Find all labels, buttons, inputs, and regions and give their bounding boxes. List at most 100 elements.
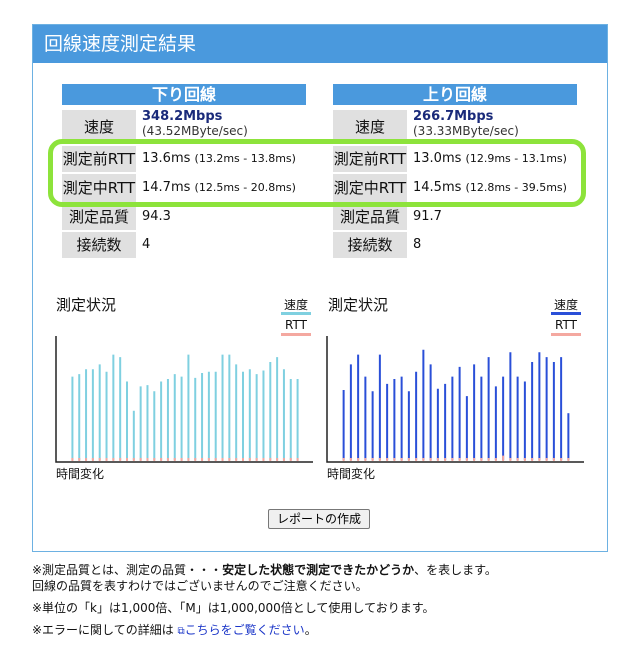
rtt-point <box>112 458 115 461</box>
upload-speed-value: 266.7Mbps (33.33MByte/sec) <box>413 109 519 139</box>
rtt-point <box>132 458 135 461</box>
upload-legend-rtt: RTT <box>555 318 577 332</box>
rtt-point <box>429 458 432 461</box>
rtt-point <box>228 458 231 461</box>
rtt-point <box>509 458 512 461</box>
create-report-button[interactable]: レポートの作成 <box>268 509 370 529</box>
rtt-point <box>465 458 468 461</box>
rtt-point <box>400 458 403 461</box>
rtt-point <box>516 458 519 461</box>
upload-connections: 8 <box>413 237 422 252</box>
download-legend-rtt: RTT <box>285 318 307 332</box>
upload-connections-label: 接続数 <box>333 232 407 258</box>
rtt-point <box>407 458 410 461</box>
rtt-point <box>296 458 299 461</box>
upload-chart <box>326 336 584 463</box>
rtt-point <box>214 458 217 461</box>
rtt-point <box>71 458 74 461</box>
note-units: ※単位の「k」は1,000倍、「M」は1,000,000倍として使用しております… <box>32 601 435 615</box>
rtt-point <box>126 458 128 461</box>
rtt-point <box>207 458 210 461</box>
rtt-point <box>357 458 360 461</box>
download-speed-value: 348.2Mbps (43.52MByte/sec) <box>142 110 248 139</box>
rtt-point <box>173 458 176 461</box>
note-quality: ※測定品質とは、測定の品質・・・安定した状態で測定できたかどうか、を表します。 <box>32 561 497 578</box>
rtt-point <box>342 458 345 461</box>
rtt-point <box>180 458 183 461</box>
upload-legend-speed-swatch <box>551 312 581 315</box>
rtt-point <box>262 458 265 461</box>
panel-title: 回線速度測定結果 <box>33 25 607 63</box>
rtt-point <box>538 458 541 461</box>
rtt-point <box>545 458 548 461</box>
chart-axes <box>55 336 313 463</box>
rtt-point <box>451 458 454 461</box>
download-speed-mbyte: (43.52MByte/sec) <box>142 124 248 138</box>
rtt-point <box>85 458 88 461</box>
rtt-point <box>393 458 396 461</box>
rtt-point <box>422 458 425 461</box>
rtt-point <box>436 458 439 461</box>
upload-header: 上り回線 <box>333 84 577 105</box>
rtt-point <box>221 458 224 461</box>
rtt-point <box>415 458 418 461</box>
rtt-point <box>531 458 534 461</box>
rtt-point <box>364 458 367 461</box>
rtt-point <box>371 458 374 461</box>
rtt-point <box>552 458 555 461</box>
download-quality: 94.3 <box>142 209 171 224</box>
rtt-point <box>166 458 169 461</box>
note-quality-text-c: 、を表します。 <box>414 563 497 577</box>
download-chart-xlabel: 時間変化 <box>56 467 105 481</box>
download-connections-label: 接続数 <box>62 232 136 258</box>
rtt-point <box>480 458 483 461</box>
rtt-point <box>153 458 156 461</box>
note-errors-text: ※エラーに関しての詳細は <box>32 623 174 637</box>
link-icon: ⧉ <box>177 626 185 637</box>
note-quality-caution: 回線の品質を表すわけではございませんのでご注意ください。 <box>32 579 368 593</box>
upload-chart-xlabel: 時間変化 <box>327 467 376 481</box>
rtt-point <box>444 458 447 461</box>
rtt-point <box>78 458 81 461</box>
rtt-point <box>146 458 149 461</box>
rtt-point <box>523 458 526 461</box>
rtt-point <box>201 458 204 461</box>
note-errors: ※エラーに関しての詳細は ⧉こちらをご覧ください。 <box>32 621 317 638</box>
rtt-point <box>289 458 292 461</box>
rtt-point <box>378 458 381 461</box>
rtt-point <box>98 458 101 461</box>
rtt-point <box>386 458 389 461</box>
rtt-point <box>242 458 244 461</box>
rtt-point <box>567 458 570 461</box>
rtt-point <box>494 458 497 461</box>
rtt-point <box>487 458 490 461</box>
download-header: 下り回線 <box>62 84 306 105</box>
rtt-point <box>187 458 190 461</box>
upload-legend-speed: 速度 <box>553 298 578 312</box>
download-chart-title: 測定状況 <box>56 296 117 314</box>
rtt-point <box>276 458 279 461</box>
upload-speed-mbyte: (33.33MByte/sec) <box>413 124 519 138</box>
upload-speed-mbps: 266.7Mbps <box>413 109 494 124</box>
rtt-point <box>105 458 108 461</box>
download-chart <box>55 336 313 463</box>
download-legend-speed-swatch <box>281 312 311 315</box>
errors-detail-link[interactable]: こちらをご覧ください <box>185 623 305 637</box>
rtt-point <box>139 458 142 461</box>
rtt-point <box>560 458 563 461</box>
rtt-point <box>160 458 163 461</box>
rtt-point <box>248 458 251 461</box>
rtt-point <box>91 458 94 461</box>
rtt-point <box>458 458 461 461</box>
rtt-point <box>502 455 505 461</box>
upload-quality-label: 測定品質 <box>333 204 407 230</box>
download-quality-label: 測定品質 <box>62 204 136 230</box>
note-quality-text-a: ※測定品質とは、測定の品質・・・ <box>32 563 223 577</box>
download-legend-speed: 速度 <box>283 298 308 312</box>
download-connections: 4 <box>142 237 151 252</box>
rtt-point <box>235 458 238 461</box>
rtt-highlight-box <box>48 139 586 207</box>
rtt-point <box>349 458 352 461</box>
upload-quality: 91.7 <box>413 209 442 224</box>
rtt-point <box>255 458 258 461</box>
